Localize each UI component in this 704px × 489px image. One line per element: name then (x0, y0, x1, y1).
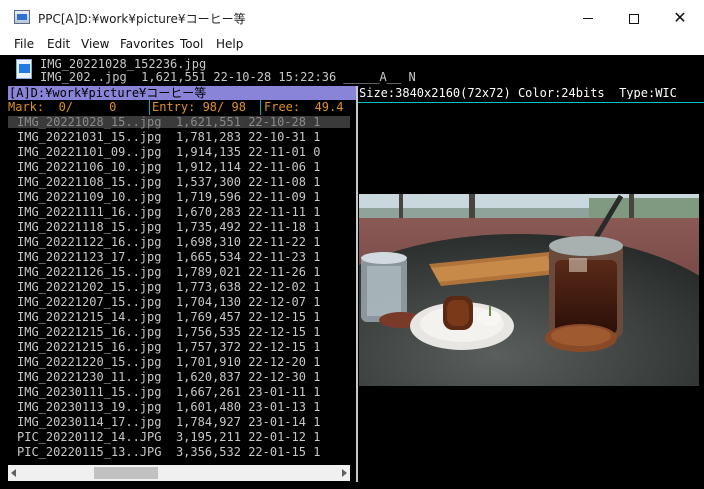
file-row-text: IMG_20221220_15..jpg 1,701,910 22-12-20 … (17, 355, 321, 369)
status-separator (260, 100, 261, 115)
file-row-text: IMG_20221126_15..jpg 1,789,021 22-11-26 … (17, 265, 321, 279)
mark-count: Mark: 0/ 0 (8, 100, 117, 114)
scroll-left-arrow-icon[interactable] (11, 469, 16, 477)
menu-bar: File Edit View Favorites Tool Help (0, 35, 704, 55)
file-row-text: IMG_20221118_15..jpg 1,735,492 22-11-18 … (17, 220, 321, 234)
path-text: [A]D:¥work¥picture¥コーヒー等 (9, 86, 207, 100)
jpeg-file-icon (16, 59, 32, 79)
file-row-text: IMG_20221215_14..jpg 1,769,457 22-12-15 … (17, 310, 321, 324)
status-separator (149, 100, 150, 115)
menu-tool[interactable]: Tool (180, 37, 203, 51)
ppc-app-icon[interactable] (14, 10, 30, 24)
file-row[interactable]: IMG_20221108_15..jpg 1,537,300 22-11-08 … (8, 176, 350, 188)
file-row[interactable]: IMG_20221215_14..jpg 1,769,457 22-12-15 … (8, 311, 350, 323)
menu-file[interactable]: File (14, 37, 34, 51)
minimize-icon (583, 18, 593, 19)
file-row[interactable]: IMG_20230113_19..jpg 1,601,480 23-01-13 … (8, 401, 350, 413)
file-row-text: IMG_20230114_17..jpg 1,784,927 23-01-14 … (17, 415, 321, 429)
maximize-button[interactable] (611, 0, 657, 35)
file-row[interactable]: PIC_20220112_14..JPG 3,195,211 22-01-12 … (8, 431, 350, 443)
file-row-text: PIC_20220115_13..JPG 3,356,532 22-01-15 … (17, 445, 321, 459)
free-space: Free: 49.4 (264, 100, 344, 114)
file-row-text: IMG_20230111_15..jpg 1,667,261 23-01-11 … (17, 385, 321, 399)
title-bar[interactable]: PPC[A]D:¥work¥picture¥コーヒー等 ✕ (0, 0, 704, 35)
file-row-text: IMG_20221031_15..jpg 1,781,283 22-10-31 … (17, 130, 321, 144)
file-row[interactable]: IMG_20221215_16..jpg 1,757,372 22-12-15 … (8, 341, 350, 353)
file-row[interactable]: IMG_20221215_16..jpg 1,756,535 22-12-15 … (8, 326, 350, 338)
menu-edit[interactable]: Edit (47, 37, 70, 51)
file-row-text: IMG_20221207_15..jpg 1,704,130 22-12-07 … (17, 295, 321, 309)
info-underline (358, 102, 704, 103)
pane-splitter[interactable] (356, 86, 358, 482)
status-bar: Mark: 0/ 0 Entry: 98/ 98 Free: 49.4 (8, 100, 358, 115)
file-row[interactable]: IMG_20221202_15..jpg 1,773,638 22-12-02 … (8, 281, 350, 293)
file-row-text: IMG_20221108_15..jpg 1,537,300 22-11-08 … (17, 175, 321, 189)
minimize-button[interactable] (565, 0, 611, 35)
file-row-text: IMG_20221122_16..jpg 1,698,310 22-11-22 … (17, 235, 321, 249)
file-row-text: IMG_20221202_15..jpg 1,773,638 22-12-02 … (17, 280, 321, 294)
file-row-text: IMG_20230113_19..jpg 1,601,480 23-01-13 … (17, 400, 321, 414)
menu-view[interactable]: View (81, 37, 109, 51)
file-row-text: IMG_20221215_16..jpg 1,757,372 22-12-15 … (17, 340, 321, 354)
file-row-text: IMG_20221215_16..jpg 1,756,535 22-12-15 … (17, 325, 321, 339)
path-bar[interactable]: [A]D:¥work¥picture¥コーヒー等 (8, 86, 356, 100)
scroll-right-arrow-icon[interactable] (342, 469, 347, 477)
file-row[interactable]: IMG_20221031_15..jpg 1,781,283 22-10-31 … (8, 131, 350, 143)
file-row[interactable]: IMG_20221230_11..jpg 1,620,837 22-12-30 … (8, 371, 350, 383)
image-preview[interactable] (359, 194, 699, 386)
file-row[interactable]: IMG_20221106_10..jpg 1,912,114 22-11-06 … (8, 161, 350, 173)
coffee-photo (359, 194, 699, 386)
horizontal-scrollbar[interactable] (8, 465, 350, 481)
file-row[interactable]: IMG_20221207_15..jpg 1,704,130 22-12-07 … (8, 296, 350, 308)
file-row[interactable]: IMG_20221126_15..jpg 1,789,021 22-11-26 … (8, 266, 350, 278)
menu-favorites[interactable]: Favorites (120, 37, 174, 51)
file-row-text: IMG_20221028_15..jpg 1,621,551 22-10-28 … (17, 116, 321, 129)
file-row[interactable]: IMG_20221118_15..jpg 1,735,492 22-11-18 … (8, 221, 350, 233)
file-row[interactable]: IMG_20230111_15..jpg 1,667,261 23-01-11 … (8, 386, 350, 398)
file-row[interactable]: IMG_20221220_15..jpg 1,701,910 22-12-20 … (8, 356, 350, 368)
info-filename: IMG_20221028_152236.jpg (40, 57, 207, 71)
menu-help[interactable]: Help (216, 37, 243, 51)
file-row[interactable]: IMG_20221109_10..jpg 1,719,596 22-11-09 … (8, 191, 350, 203)
file-row[interactable]: PIC_20220115_13..JPG 3,356,532 22-01-15 … (8, 446, 350, 458)
file-row-text: IMG_20221111_16..jpg 1,670,283 22-11-11 … (17, 205, 321, 219)
file-row-text: IMG_20221106_10..jpg 1,912,114 22-11-06 … (17, 160, 321, 174)
info-details: IMG_202..jpg 1,621,551 22-10-28 15:22:36… (40, 70, 416, 84)
scrollbar-thumb[interactable] (94, 467, 158, 479)
file-row-text: PIC_20220112_14..JPG 3,195,211 22-01-12 … (17, 430, 321, 444)
file-row-text: IMG_20221230_11..jpg 1,620,837 22-12-30 … (17, 370, 321, 384)
file-row[interactable]: IMG_20221101_09..jpg 1,914,135 22-11-01 … (8, 146, 350, 158)
file-row-text: IMG_20221101_09..jpg 1,914,135 22-11-01 … (17, 145, 321, 159)
file-row[interactable]: IMG_20221123_17..jpg 1,665,534 22-11-23 … (8, 251, 350, 263)
file-row-text: IMG_20221123_17..jpg 1,665,534 22-11-23 … (17, 250, 321, 264)
file-row-text: IMG_20221109_10..jpg 1,719,596 22-11-09 … (17, 190, 321, 204)
close-button[interactable]: ✕ (657, 0, 703, 35)
file-row[interactable]: IMG_20230114_17..jpg 1,784,927 23-01-14 … (8, 416, 350, 428)
file-row[interactable]: IMG_20221122_16..jpg 1,698,310 22-11-22 … (8, 236, 350, 248)
maximize-icon (629, 13, 639, 24)
image-size-info: Size:3840x2160(72x72) Color:24bits Type:… (359, 87, 677, 99)
file-list[interactable]: IMG_20221028_15..jpg 1,621,551 22-10-28 … (8, 116, 350, 464)
entry-count: Entry: 98/ 98 (152, 100, 246, 114)
window-title: PPC[A]D:¥work¥picture¥コーヒー等 (38, 12, 246, 26)
file-row[interactable]: IMG_20221111_16..jpg 1,670,283 22-11-11 … (8, 206, 350, 218)
file-row[interactable]: IMG_20221028_15..jpg 1,621,551 22-10-28 … (8, 116, 350, 128)
close-icon: ✕ (673, 8, 687, 27)
